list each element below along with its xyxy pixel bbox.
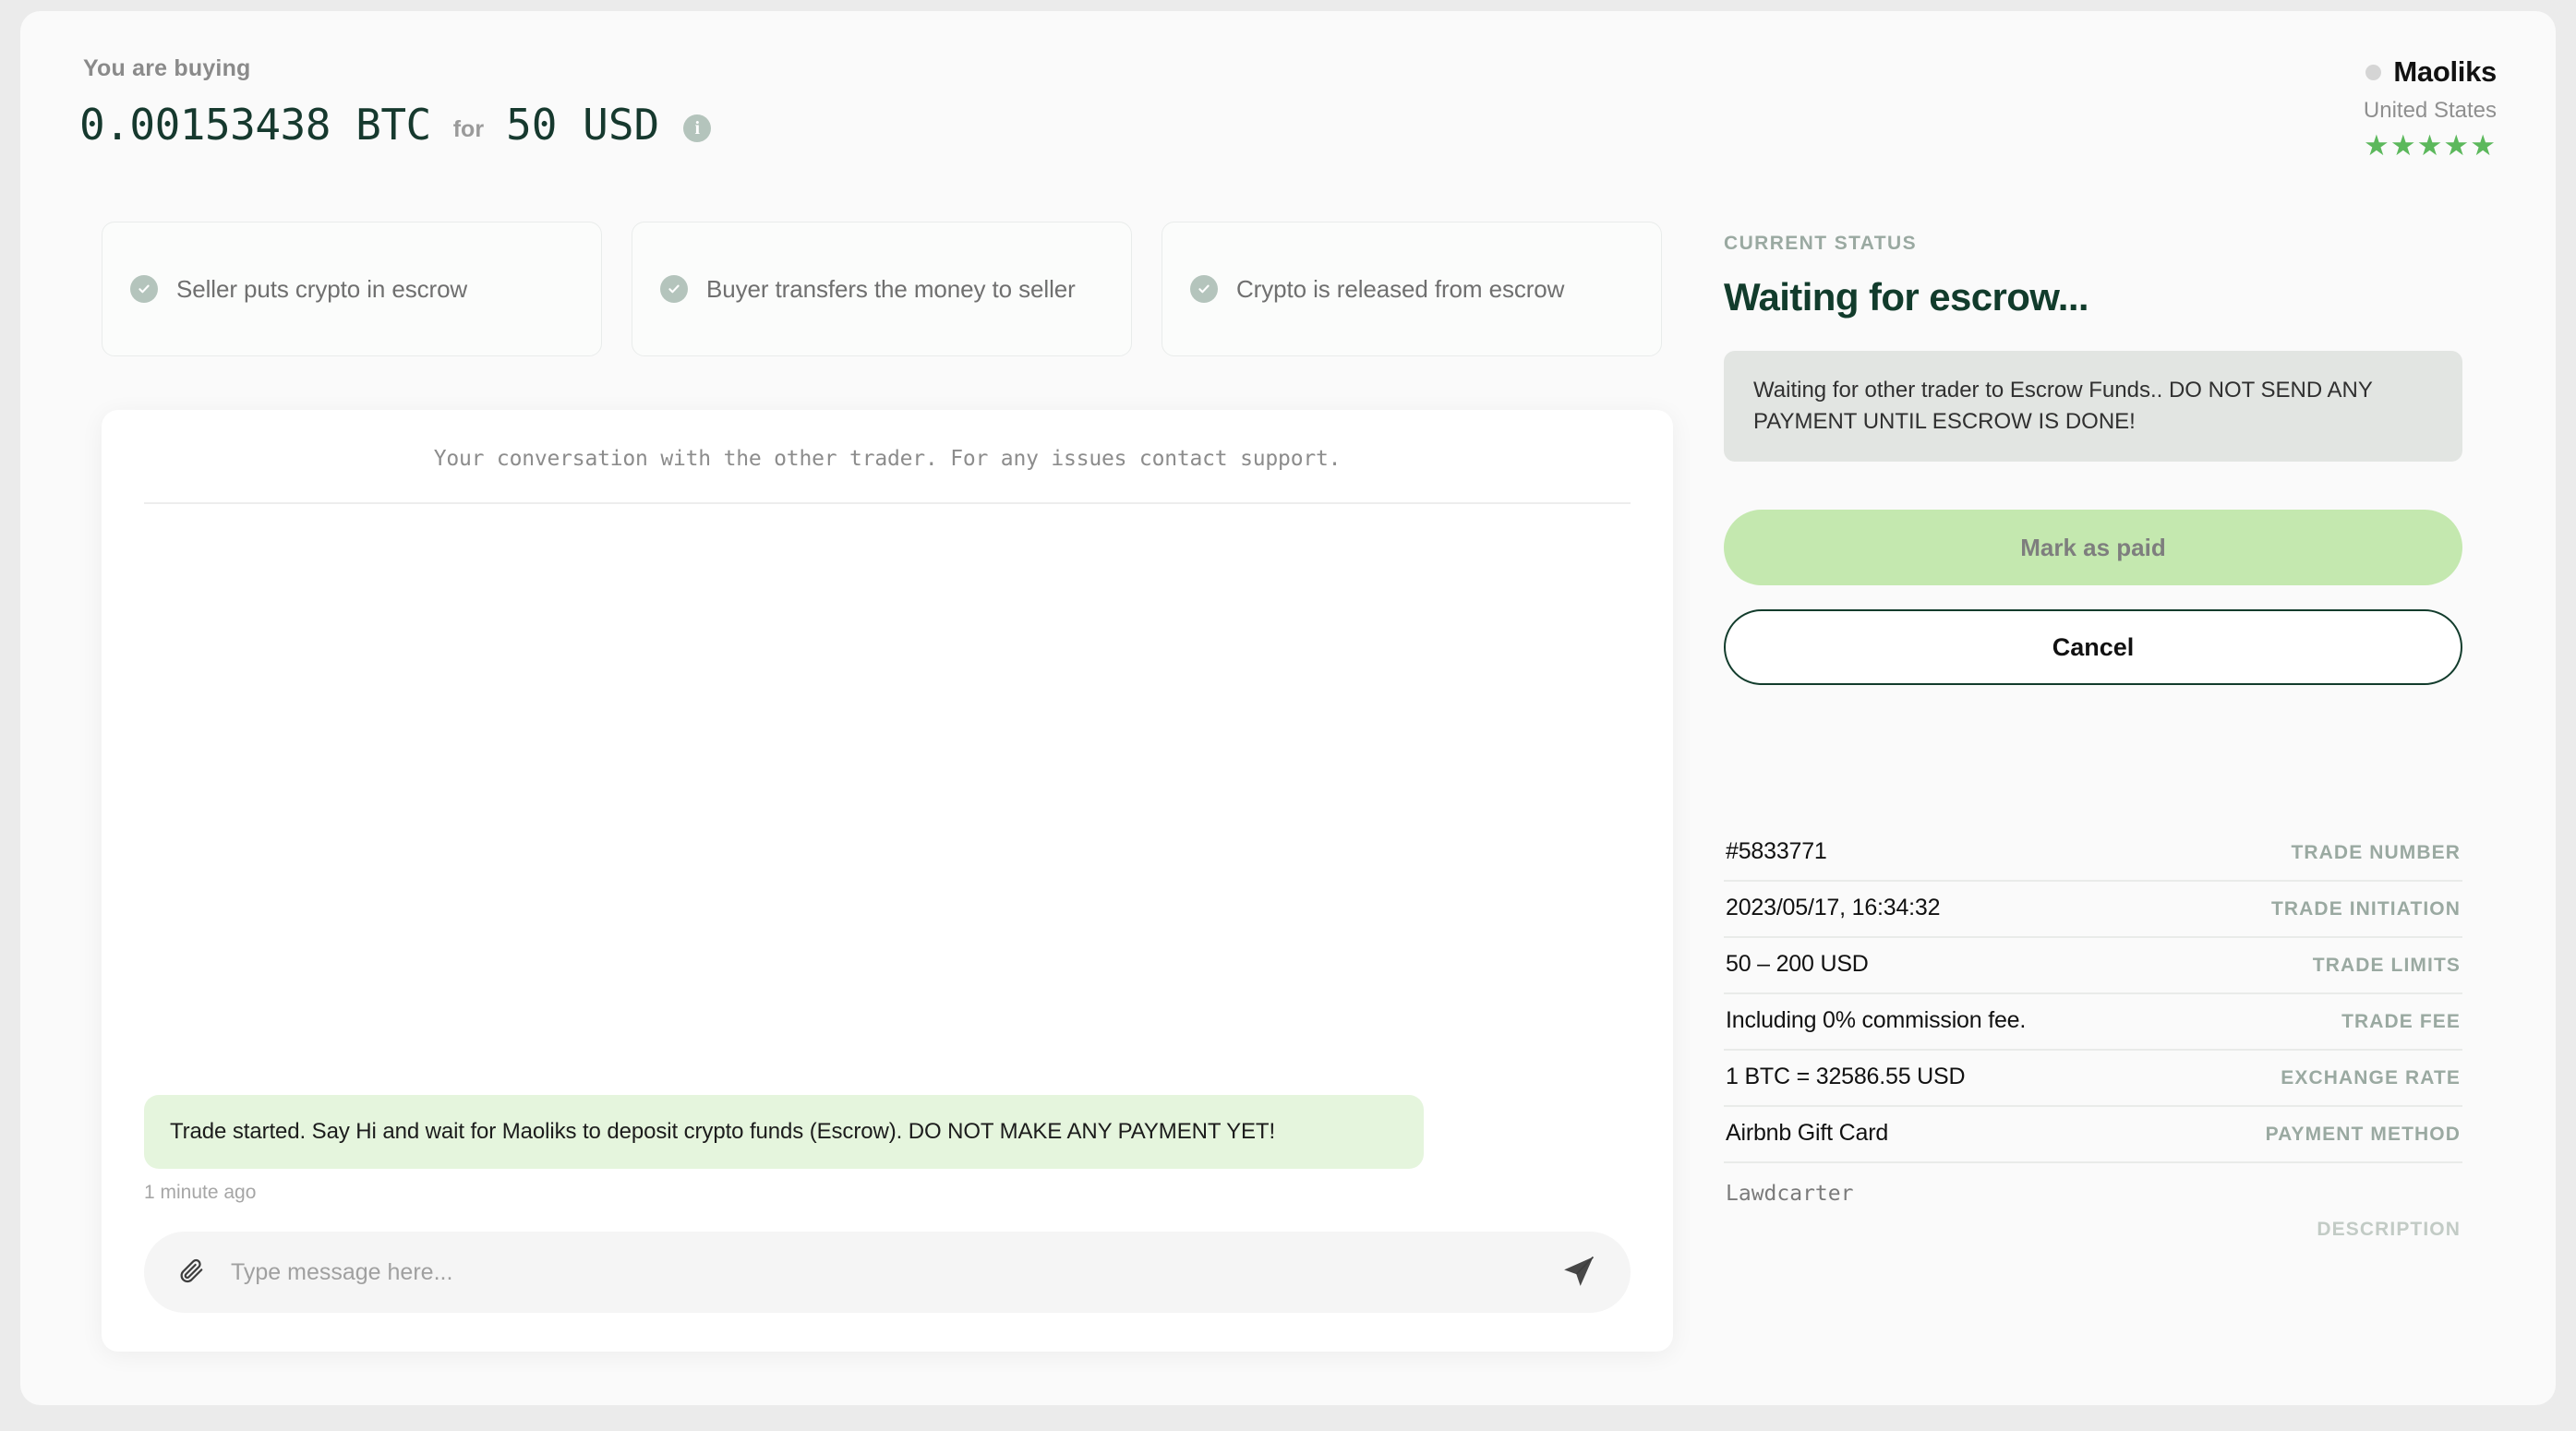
buying-label: You are buying <box>83 55 251 81</box>
table-row: Including 0% commission fee. TRADE FEE <box>1724 994 2462 1052</box>
seller-info: Maoliks United States ★★★★★ <box>2364 55 2497 160</box>
chat-input-bar <box>144 1232 1631 1313</box>
message-bubble: Trade started. Say Hi and wait for Maoli… <box>144 1094 1424 1169</box>
detail-value: 1 BTC = 32586.55 USD <box>1726 1064 1966 1090</box>
table-row: Airbnb Gift Card PAYMENT METHOD <box>1724 1107 2462 1164</box>
detail-value: 2023/05/17, 16:34:32 <box>1726 895 1941 921</box>
trade-header: You are buying 0.00153438 BTC for 50 USD… <box>20 11 2556 192</box>
description-label: DESCRIPTION <box>2317 1219 2461 1241</box>
crypto-amount: 0.00153438 BTC <box>79 100 431 150</box>
table-row: 1 BTC = 32586.55 USD EXCHANGE RATE <box>1724 1051 2462 1108</box>
step-card-release: Crypto is released from escrow <box>1162 222 1662 356</box>
chat-card: Your conversation with the other trader.… <box>102 410 1673 1352</box>
fiat-amount: 50 USD <box>506 100 660 150</box>
detail-label: EXCHANGE RATE <box>2281 1067 2461 1089</box>
amount-row: 0.00153438 BTC for 50 USD i <box>79 100 712 150</box>
status-title: Waiting for escrow... <box>1724 275 2089 319</box>
description-value: Lawdcarter <box>1726 1182 1854 1207</box>
cancel-button[interactable]: Cancel <box>1724 609 2462 686</box>
step-label: Crypto is released from escrow <box>1236 274 1565 303</box>
trade-page: You are buying 0.00153438 BTC for 50 USD… <box>20 11 2556 1405</box>
trade-steps: Seller puts crypto in escrow Buyer trans… <box>102 222 1662 356</box>
paperclip-icon[interactable] <box>177 1257 205 1289</box>
chat-divider <box>144 502 1631 504</box>
detail-label: TRADE FEE <box>2341 1011 2461 1033</box>
table-row: 50 – 200 USD TRADE LIMITS <box>1724 938 2462 995</box>
check-circle-icon <box>130 275 158 303</box>
detail-value: #5833771 <box>1726 838 1827 865</box>
check-circle-icon <box>1190 275 1218 303</box>
step-label: Seller puts crypto in escrow <box>176 274 468 303</box>
table-row-description: Lawdcarter DESCRIPTION <box>1724 1163 2462 1241</box>
current-status-label: CURRENT STATUS <box>1724 233 1917 254</box>
online-status-dot <box>2365 64 2382 80</box>
chat-message-list: Trade started. Say Hi and wait for Maoli… <box>144 521 1631 1204</box>
send-icon[interactable] <box>1560 1252 1597 1293</box>
detail-value: 50 – 200 USD <box>1726 951 1869 978</box>
chat-header-text: Your conversation with the other trader.… <box>433 447 1342 471</box>
step-card-escrow: Seller puts crypto in escrow <box>102 222 602 356</box>
table-row: 2023/05/17, 16:34:32 TRADE INITIATION <box>1724 882 2462 939</box>
detail-label: TRADE NUMBER <box>2291 842 2461 864</box>
status-panel: CURRENT STATUS Waiting for escrow... Wai… <box>1724 233 2462 1241</box>
chat-message-input[interactable] <box>229 1257 1536 1287</box>
detail-value: Airbnb Gift Card <box>1726 1120 1889 1147</box>
check-circle-icon <box>660 275 688 303</box>
status-alert-box: Waiting for other trader to Escrow Funds… <box>1724 351 2462 463</box>
detail-label: PAYMENT METHOD <box>2265 1124 2461 1146</box>
info-icon[interactable]: i <box>683 114 712 142</box>
mark-as-paid-button[interactable]: Mark as paid <box>1724 510 2462 586</box>
message-timestamp: 1 minute ago <box>144 1182 257 1203</box>
detail-label: TRADE LIMITS <box>2312 955 2461 977</box>
detail-label: TRADE INITIATION <box>2270 898 2461 920</box>
detail-value: Including 0% commission fee. <box>1726 1007 2027 1034</box>
seller-name-row: Maoliks <box>2364 55 2497 89</box>
step-label: Buyer transfers the money to seller <box>706 274 1076 303</box>
seller-country: United States <box>2363 98 2497 123</box>
seller-rating-stars: ★★★★★ <box>2364 129 2497 162</box>
trade-details-table: #5833771 TRADE NUMBER 2023/05/17, 16:34:… <box>1724 825 2462 1241</box>
table-row: #5833771 TRADE NUMBER <box>1724 825 2462 883</box>
for-label: for <box>452 115 485 142</box>
step-card-transfer: Buyer transfers the money to seller <box>632 222 1132 356</box>
seller-name[interactable]: Maoliks <box>2393 55 2497 89</box>
chat-message: Trade started. Say Hi and wait for Maoli… <box>144 1094 1631 1204</box>
